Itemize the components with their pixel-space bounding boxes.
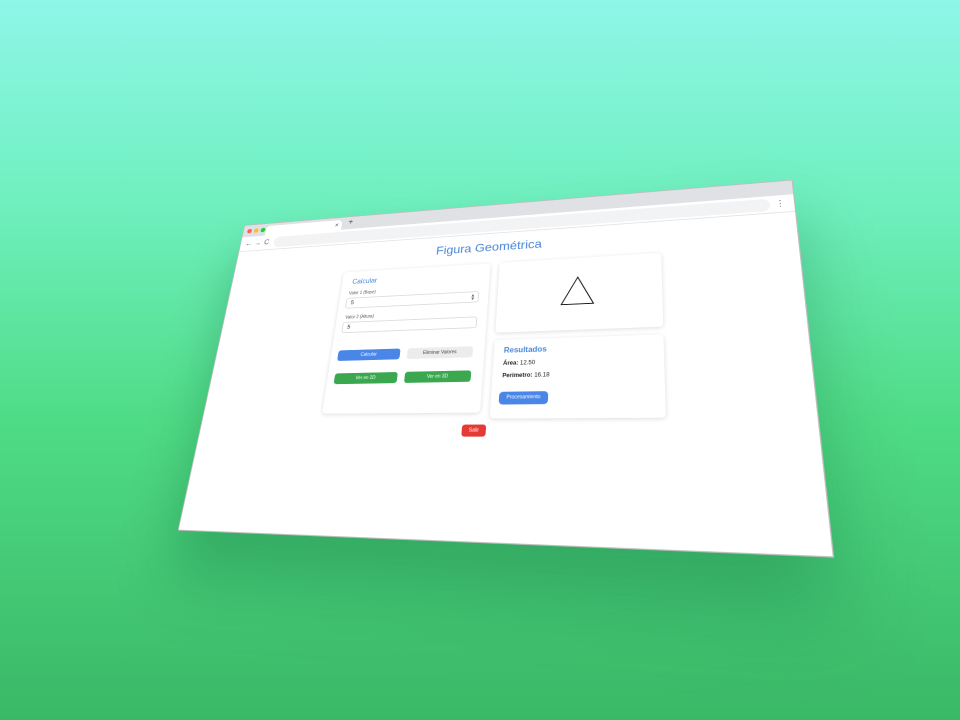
base-input-value: 5 <box>350 300 355 306</box>
stepper-icon[interactable]: ▲ ▼ <box>470 293 475 302</box>
forward-icon[interactable]: → <box>253 239 262 248</box>
minimize-window-button[interactable] <box>253 228 259 233</box>
area-label: Área: <box>502 360 519 367</box>
perimeter-value: 16.18 <box>534 372 550 379</box>
tab-close-icon[interactable]: × <box>334 221 339 230</box>
view-3d-button[interactable]: Ver en 3D <box>403 370 472 383</box>
area-result: Área: 12.50 <box>503 360 535 366</box>
field2-label: Valor 2 (Altura) <box>344 314 375 321</box>
height-input-value: 5 <box>346 325 351 331</box>
browser-window: × + ← → C ⋮ Figura Geométrica Calcular V… <box>177 179 835 558</box>
page: Figura Geométrica Calcular Valor 1 (Base… <box>179 212 833 558</box>
reload-icon[interactable]: C <box>263 238 269 247</box>
calculator-heading: Calcular <box>351 276 378 286</box>
calculator-card: Calcular Valor 1 (Base) 5 ▲ ▼ Valor 2 (Al… <box>322 263 491 414</box>
triangle-icon <box>559 274 596 306</box>
new-tab-button[interactable]: + <box>348 218 354 227</box>
clear-values-button[interactable]: Eliminar Valores <box>406 346 474 360</box>
exit-button[interactable]: Salir <box>461 424 487 437</box>
area-value: 12.50 <box>519 360 536 367</box>
field1-label: Valor 1 (Base) <box>348 289 377 297</box>
calculate-button[interactable]: Calcular <box>337 348 401 361</box>
browser-menu-icon[interactable]: ⋮ <box>775 198 786 209</box>
shape-preview-card <box>495 252 664 333</box>
process-button[interactable]: Procesamiento <box>498 391 549 405</box>
window-controls <box>246 227 266 234</box>
close-window-button[interactable] <box>246 228 253 234</box>
perimeter-label: Perímetro: <box>502 372 533 380</box>
stage: × + ← → C ⋮ Figura Geométrica Calcular V… <box>0 0 960 720</box>
back-icon[interactable]: ← <box>244 239 253 248</box>
results-card: Resultados Área: 12.50 Perímetro: 16.18 … <box>489 334 666 419</box>
results-heading: Resultados <box>503 344 547 355</box>
view-2d-button[interactable]: Ver en 2D <box>333 372 398 385</box>
perimeter-result: Perímetro: 16.18 <box>502 372 550 379</box>
